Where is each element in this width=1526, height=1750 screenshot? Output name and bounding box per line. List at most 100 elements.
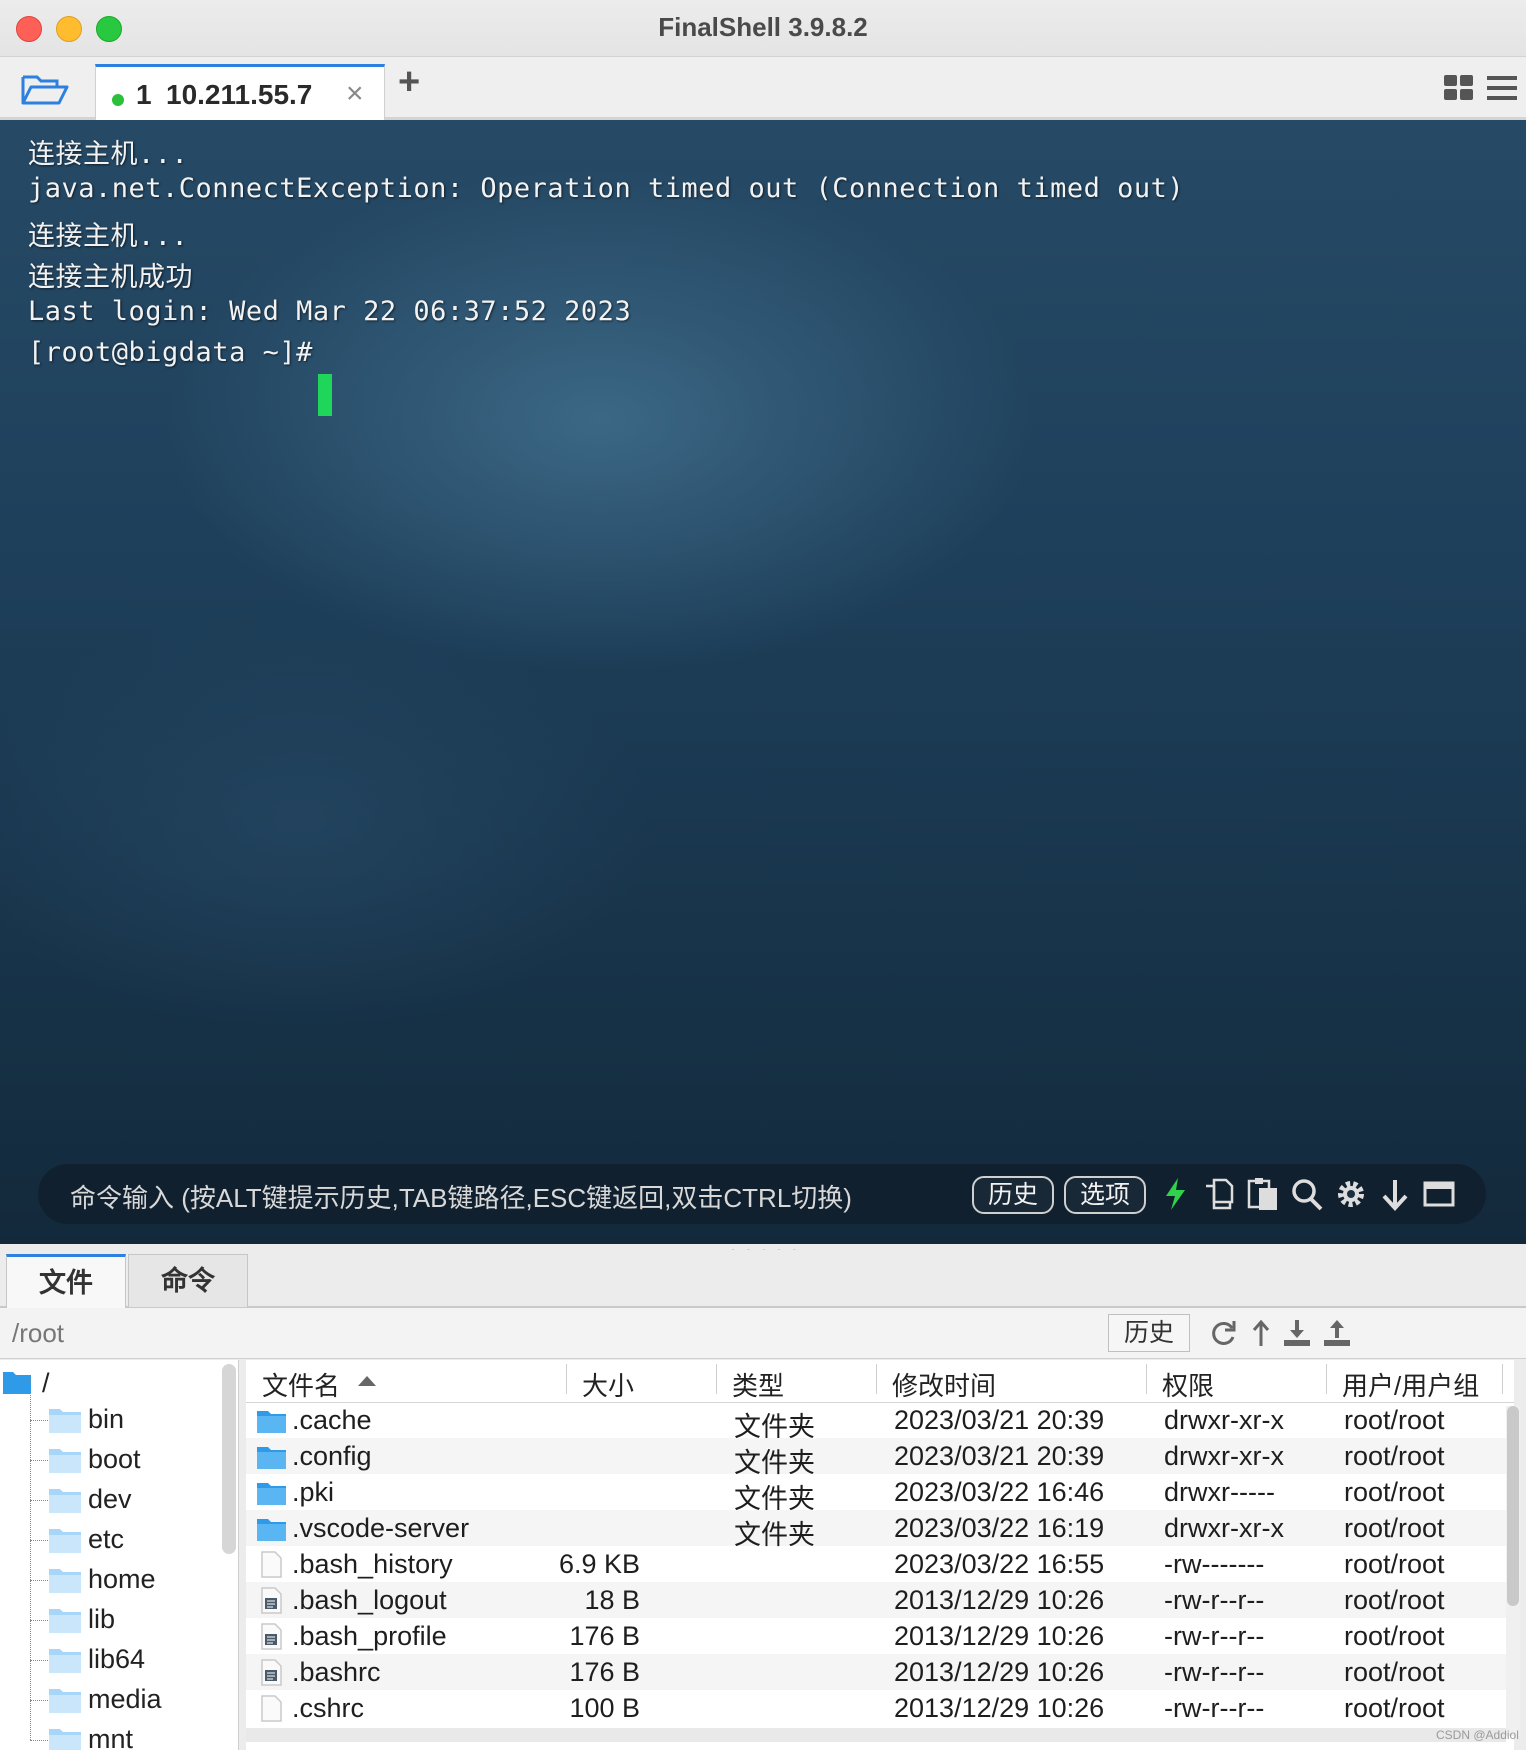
tree-item-etc[interactable]: etc — [22, 1500, 222, 1560]
terminal-line: Last login: Wed Mar 22 06:37:52 2023 — [28, 296, 632, 327]
text-file-icon — [261, 1587, 282, 1614]
sort-ascending-icon — [358, 1376, 376, 1386]
tab-commands[interactable]: 命令 — [128, 1254, 248, 1307]
connected-status-dot — [112, 94, 124, 106]
folder-icon — [49, 1409, 81, 1433]
path-input[interactable]: /root — [12, 1318, 64, 1349]
tree-item-dev[interactable]: dev — [22, 1460, 222, 1520]
folder-icon — [3, 1372, 31, 1394]
file-mtime: 2013/12/29 10:26 — [894, 1693, 1105, 1723]
options-button[interactable]: 选项 — [1064, 1176, 1147, 1214]
table-row[interactable]: .config 文件夹 2023/03/21 20:39 drwxr-xr-x root… — [246, 1438, 1514, 1478]
folder-icon — [257, 1519, 286, 1541]
window-title: FinalShell 3.9.8.2 — [658, 12, 868, 42]
command-input-hint[interactable]: 命令输入 (按ALT键提示历史,TAB键路径,ESC键返回,双击CTRL切换) — [70, 1178, 852, 1215]
table-row[interactable]: .bash_logout 18 B 2013/12/29 10:26 -rw-r--r… — [246, 1582, 1514, 1618]
tree-scrollbar[interactable] — [222, 1364, 236, 1554]
bottom-panel-tabs: 文件 命令 — [0, 1250, 1526, 1309]
file-permissions: drwxr-xr-x — [1164, 1405, 1284, 1435]
up-dir-icon[interactable] — [1246, 1318, 1276, 1348]
file-table-header: 文件名 大小 类型 修改时间 权限 用户/用户组 — [246, 1360, 1514, 1403]
file-mtime: 2023/03/21 20:39 — [894, 1405, 1105, 1435]
tree-item-boot[interactable]: boot — [22, 1420, 222, 1480]
text-file-icon — [261, 1659, 282, 1686]
lightning-icon[interactable] — [1158, 1176, 1192, 1212]
download-arrow-icon[interactable] — [1378, 1176, 1412, 1212]
file-owner: root/root — [1344, 1549, 1445, 1579]
history-button[interactable]: 历史 — [972, 1176, 1055, 1214]
tree-item-label: lib — [88, 1604, 116, 1634]
refresh-icon[interactable] — [1208, 1318, 1238, 1348]
path-history-button[interactable]: 历史 — [1108, 1314, 1190, 1352]
file-table-horizontal-scrollbar[interactable] — [246, 1728, 1506, 1742]
column-header-size[interactable]: 大小 — [582, 1366, 634, 1403]
file-size: 176 B — [569, 1621, 640, 1651]
folder-icon — [257, 1411, 286, 1433]
table-row[interactable]: .cache 文件夹 2023/03/21 20:39 drwxr-xr-x root/… — [246, 1402, 1514, 1442]
file-owner: root/root — [1344, 1513, 1445, 1543]
add-tab-button[interactable]: + — [398, 61, 420, 104]
file-mtime: 2013/12/29 10:26 — [894, 1657, 1105, 1687]
folder-icon — [257, 1447, 286, 1469]
column-header-mtime[interactable]: 修改时间 — [892, 1366, 996, 1403]
file-icon — [261, 1551, 282, 1578]
tree-item-lib64[interactable]: lib64 — [22, 1620, 222, 1680]
gear-icon[interactable] — [1334, 1176, 1368, 1212]
file-owner: root/root — [1344, 1441, 1445, 1471]
file-owner: root/root — [1344, 1621, 1445, 1651]
search-icon[interactable] — [1290, 1176, 1324, 1212]
terminal-area[interactable]: 连接主机... java.net.ConnectException: Opera… — [0, 120, 1526, 1244]
folder-icon — [49, 1649, 81, 1673]
tree-item-label: dev — [88, 1484, 132, 1514]
file-table-scrollbar-thumb[interactable] — [1507, 1406, 1519, 1606]
tab-files[interactable]: 文件 — [6, 1254, 126, 1309]
table-row[interactable]: .bash_history 6.9 KB 2023/03/22 16:55 -rw--… — [246, 1546, 1514, 1582]
paste-icon[interactable] — [1246, 1176, 1280, 1212]
column-header-name[interactable]: 文件名 — [262, 1366, 340, 1403]
table-row[interactable]: .bashrc 176 B 2013/12/29 10:26 -rw-r--r-- ro… — [246, 1654, 1514, 1690]
folder-icon — [49, 1529, 81, 1553]
tree-item-label: boot — [88, 1444, 141, 1474]
upload-icon[interactable] — [1322, 1318, 1352, 1348]
file-name: .pki — [292, 1477, 335, 1507]
file-name: .config — [292, 1441, 372, 1471]
column-header-owner[interactable]: 用户/用户组 — [1342, 1366, 1479, 1403]
table-row[interactable]: .cshrc 100 B 2013/12/29 10:26 -rw-r--r-- roo… — [246, 1690, 1514, 1726]
tree-item-media[interactable]: media — [22, 1660, 222, 1720]
command-input-bar[interactable]: 命令输入 (按ALT键提示历史,TAB键路径,ESC键返回,双击CTRL切换) … — [38, 1164, 1486, 1224]
column-header-type[interactable]: 类型 — [732, 1366, 784, 1403]
file-name: .bash_profile — [292, 1621, 447, 1651]
file-owner: root/root — [1344, 1477, 1445, 1507]
column-header-permissions[interactable]: 权限 — [1162, 1366, 1214, 1403]
table-row[interactable]: .pki 文件夹 2023/03/22 16:46 drwxr----- root/ro… — [246, 1474, 1514, 1514]
directory-tree: / bin boot dev etc home lib lib64 media — [0, 1360, 239, 1750]
tab-session-1[interactable]: 1 10.211.55.7 × — [95, 64, 385, 120]
copy-icon[interactable] — [1202, 1176, 1236, 1212]
window-icon[interactable] — [1422, 1176, 1456, 1212]
file-name: .cshrc — [292, 1693, 365, 1723]
grid-layout-icon[interactable] — [1443, 74, 1475, 102]
file-size: 100 B — [569, 1693, 640, 1723]
file-permissions: drwxr-xr-x — [1164, 1513, 1284, 1543]
tree-item-lib[interactable]: lib — [22, 1580, 222, 1640]
tree-item-label: media — [88, 1684, 162, 1714]
folder-icon — [257, 1483, 286, 1505]
tree-item-bin[interactable]: bin — [22, 1380, 222, 1440]
folder-icon — [49, 1689, 81, 1713]
table-row[interactable]: .bash_profile 176 B 2013/12/29 10:26 -rw-r-… — [246, 1618, 1514, 1654]
open-folder-icon[interactable] — [20, 71, 70, 107]
file-permissions: -rw-r--r-- — [1164, 1693, 1265, 1723]
menu-icon[interactable] — [1486, 74, 1518, 102]
tab-label: 10.211.55.7 — [166, 79, 313, 110]
terminal-line: 连接主机... — [28, 221, 189, 252]
path-bar: /root 历史 — [0, 1308, 1526, 1359]
download-icon[interactable] — [1282, 1318, 1312, 1348]
table-row[interactable]: .vscode-server 文件夹 2023/03/22 16:19 drwxr-x… — [246, 1510, 1514, 1550]
folder-icon — [49, 1449, 81, 1473]
file-icon — [261, 1695, 282, 1722]
tree-item-mnt[interactable]: mnt — [22, 1700, 222, 1750]
tree-item-home[interactable]: home — [22, 1540, 222, 1600]
file-name: .bash_history — [292, 1549, 453, 1579]
close-tab-icon[interactable]: × — [346, 77, 364, 111]
text-file-icon — [261, 1623, 282, 1650]
